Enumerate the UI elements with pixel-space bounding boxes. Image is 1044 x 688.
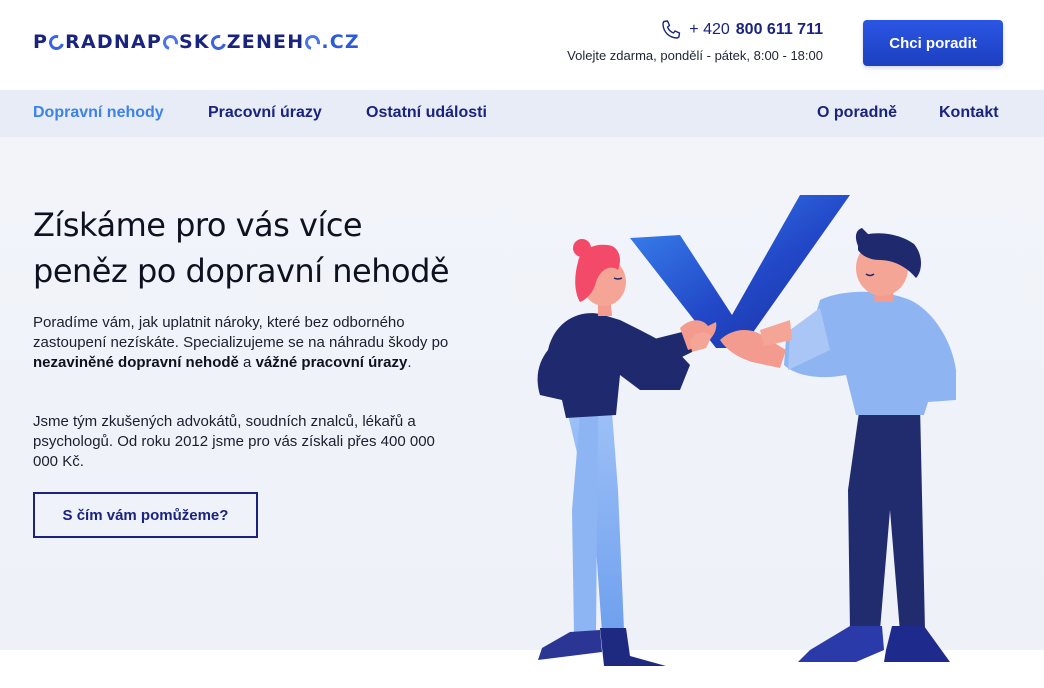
phone-icon [662,20,681,39]
hero-intro-paragraph: Poradíme vám, jak uplatnit nároky, které… [33,313,463,373]
hero-highlight-work: vážné pracovní úrazy [255,354,408,371]
hero-intro-text: a [238,354,256,371]
logo-ring-icon [46,31,67,53]
nav-item-dopravni-nehody[interactable]: Dopravní nehody [33,104,164,122]
logo-ring-icon [208,31,229,53]
logo-part: SK [178,31,210,53]
nav-item-pracovni-urazy[interactable]: Pracovní úrazy [208,104,322,122]
nav-item-kontakt[interactable]: Kontakt [939,104,999,122]
hero-highlight-traffic: nezaviněné dopravní nehodě [33,354,239,371]
phone-prefix: + 420 [689,21,730,38]
phone-contact: + 420 800 611 711 Volejte zdarma, ponděl… [567,18,823,63]
hero-title: Získáme pro vás více peněz po dopravní n… [33,202,493,294]
logo-letter: P [33,31,49,53]
logo-ring-icon [160,31,181,53]
hero-intro-text: . [407,354,412,371]
nav-item-ostatni-udalosti[interactable]: Ostatní události [366,104,487,122]
logo-ring-icon [302,31,324,53]
hero-team-paragraph: Jsme tým zkušených advokátů, soudních zn… [33,413,435,470]
how-we-help-button[interactable]: S čím vám pomůžeme? [33,492,258,538]
logo-part: ZENEH [226,31,305,53]
logo-part: RADNAP [65,31,162,53]
phone-number[interactable]: 800 611 711 [736,21,823,39]
main-navigation: Dopravní nehody Pracovní úrazy Ostatní u… [0,90,1044,137]
hero-title-line1: Získáme pro vás více [33,206,363,244]
site-logo[interactable]: P RADNAP SK ZENEH .CZ [33,31,360,53]
hero-intro-text: Poradíme vám, jak uplatnit nároky, které… [33,314,449,351]
nav-item-o-poradne[interactable]: O poradně [817,104,897,122]
phone-hours-note: Volejte zdarma, pondělí - pátek, 8:00 - … [567,48,823,63]
logo-tld: .CZ [321,31,360,53]
hero-illustration [537,195,956,666]
phone-line[interactable]: + 420 800 611 711 [567,18,823,42]
consult-button[interactable]: Chci poradit [863,20,1003,66]
site-header: P RADNAP SK ZENEH .CZ + 420 800 611 711 Vole… [0,0,1044,90]
hero-title-line2: peněz po dopravní nehodě [33,252,450,290]
